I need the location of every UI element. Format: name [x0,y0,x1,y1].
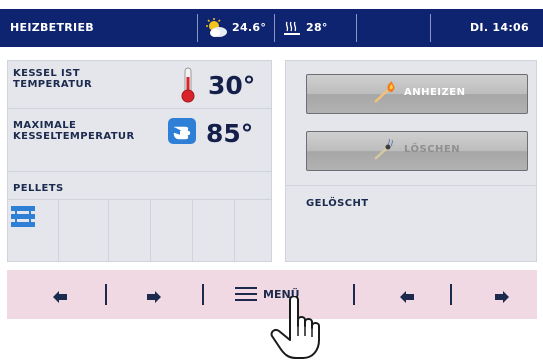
ignite-button[interactable]: ANHEIZEN [306,74,528,114]
water-temperature: 28° [306,21,328,34]
match-extinguished-icon [373,138,397,162]
boiler-actual-temp-label: KESSEL IST TEMPERATUR [13,68,93,90]
divider [8,171,271,172]
boiler-panel: KESSEL IST TEMPERATUR 30° MAXIMALE KESSE… [7,60,272,262]
thermometer-icon [180,67,196,103]
divider [353,284,355,305]
divider [450,284,452,305]
divider [108,200,109,262]
divider [202,284,204,305]
match-burning-icon [373,81,397,105]
pointing-hand-icon [266,295,332,360]
status-bar: HEIZBETRIEB 24.6° 28° DI. 14:06 [0,9,543,47]
weather-icon [206,18,228,38]
fuel-type-label: PELLETS [13,183,64,194]
extinguish-button-label: LÖSCHEN [404,144,461,155]
ignite-button-label: ANHEIZEN [404,87,466,98]
next-arrow-icon[interactable] [495,288,509,303]
divider [356,14,357,42]
pellet-level-icon [11,204,35,234]
divider [234,200,235,262]
divider [150,200,151,262]
firing-control-panel: ANHEIZEN LÖSCHEN GELÖSCHT [285,60,537,262]
divider [274,14,275,42]
divider [197,14,198,42]
divider [8,199,271,200]
heating-icon [284,21,300,37]
hamburger-icon [235,286,257,302]
extinguish-button[interactable]: LÖSCHEN [306,131,528,171]
previous-arrow-icon[interactable] [400,288,414,303]
divider [58,200,59,262]
operating-mode: HEIZBETRIEB [10,21,94,34]
next-arrow-icon[interactable] [147,288,161,303]
boiler-actual-temp-value: 30° [208,71,256,100]
divider [430,14,431,42]
divider [286,185,536,186]
boiler-max-temp-label: MAXIMALE KESSELTEMPERATUR [13,120,135,142]
outdoor-temperature: 24.6° [232,21,267,34]
boiler-max-temp-value[interactable]: 85° [206,119,253,148]
divider [105,284,107,305]
previous-arrow-icon[interactable] [53,288,67,303]
divider [192,200,193,262]
hand-pointer-icon[interactable] [168,118,196,144]
divider [8,108,271,109]
firing-status: GELÖSCHT [306,198,369,209]
date-time: DI. 14:06 [470,21,529,34]
